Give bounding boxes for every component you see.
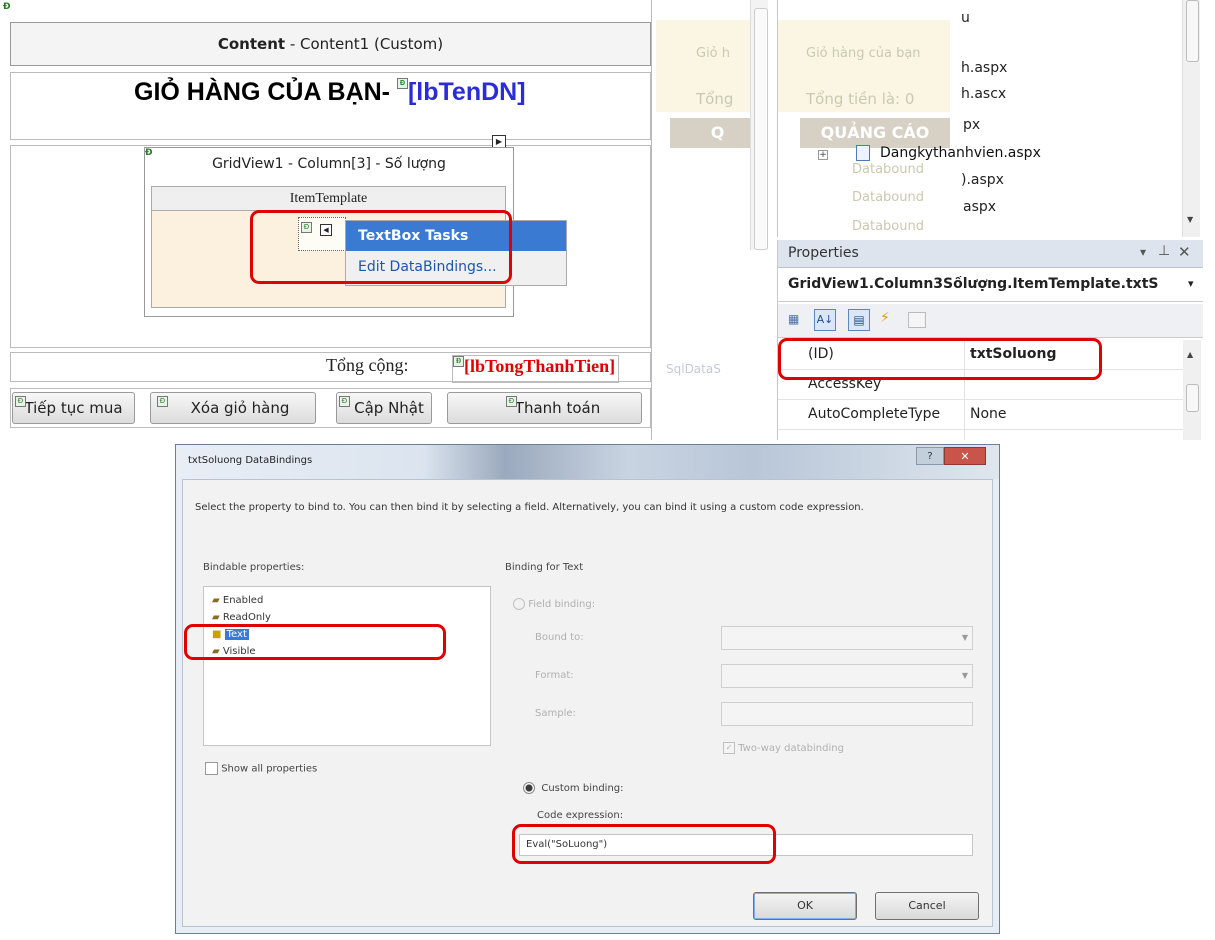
two-way-checkbox[interactable]: ✓ Two-way databinding <box>723 742 844 754</box>
content-header: Content - Content1 (Custom) <box>10 22 651 66</box>
faded-sqldata: SqlDataS <box>666 362 721 376</box>
ok-button[interactable]: OK <box>753 892 857 920</box>
page-heading: GIỎ HÀNG CỦA BẠN- Ð [lbTenDN] <box>134 78 526 107</box>
expand-icon[interactable]: + <box>818 150 828 160</box>
property-icon: ▰ <box>212 595 220 606</box>
dialog-titlebar: txtSoluong DataBindings ? ✕ <box>176 445 999 479</box>
dialog-description: Select the property to bind to. You can … <box>195 502 864 513</box>
solution-item[interactable]: h.aspx <box>961 60 1007 76</box>
background-panel: Giỏ h Tổng Q SqlDataS <box>652 0 777 440</box>
checkout-button[interactable]: Ð Thanh toán <box>447 392 642 424</box>
property-row-autocomplete[interactable]: AutoCompleteType None <box>778 400 1183 430</box>
dropdown-icon[interactable]: ▾ <box>1140 245 1146 259</box>
binding-for-label: Binding for Text <box>505 562 584 573</box>
heading-label-control[interactable]: Ð [lbTenDN] <box>396 78 526 106</box>
field-binding-radio[interactable]: Field binding: <box>513 598 595 610</box>
solution-item[interactable]: ).aspx <box>961 172 1004 188</box>
heading-text: GIỎ HÀNG CỦA BẠN- <box>134 78 391 106</box>
property-pages-icon[interactable] <box>908 312 926 328</box>
property-icon: ▰ <box>212 612 220 623</box>
solution-item[interactable]: h.ascx <box>961 86 1006 102</box>
faded-scrollbar[interactable] <box>750 0 768 250</box>
properties-icon[interactable]: ▤ <box>848 309 870 331</box>
sample-field[interactable] <box>721 702 973 726</box>
highlight-tasks <box>250 210 512 284</box>
content-glyph: Ð <box>3 2 11 12</box>
object-dropdown-icon[interactable]: ▾ <box>1188 277 1194 290</box>
faded-total-label: Tổng <box>696 90 734 108</box>
dialog-title: txtSoluong DataBindings <box>188 455 313 466</box>
format-label: Format: <box>535 670 574 681</box>
bindable-list: ▰ Enabled ▰ ReadOnly ■ Text ▰ Visible <box>203 586 491 746</box>
properties-header: Properties ▾ ⊥ ✕ <box>778 240 1203 268</box>
solution-item[interactable]: aspx <box>963 199 996 215</box>
events-icon[interactable]: ⚡ <box>880 310 890 326</box>
aspx-file-icon <box>856 145 870 161</box>
content-label: - Content1 (Custom) <box>285 35 444 53</box>
faded-cart-label: Giỏ h <box>696 46 731 61</box>
continue-shopping-button[interactable]: Ð Tiếp tục mua <box>12 392 135 424</box>
designer-surface: Ð Content - Content1 (Custom) GIỎ HÀNG C… <box>0 0 652 440</box>
cancel-button[interactable]: Cancel <box>875 892 979 920</box>
object-name: GridView1.Column3Sốlượng.ItemTemplate.tx… <box>788 276 1159 292</box>
properties-title: Properties <box>788 245 859 261</box>
update-button[interactable]: Ð Cập Nhật <box>336 392 432 424</box>
highlight-code-expression <box>512 824 776 864</box>
clear-cart-button[interactable]: Ð Xóa giỏ hàng <box>150 392 316 424</box>
categorized-icon[interactable]: ▦ <box>788 312 799 326</box>
pin-icon[interactable]: ⊥ <box>1158 243 1170 259</box>
properties-scrollbar[interactable]: ▲ <box>1183 340 1201 440</box>
total-value-label[interactable]: Ð [lbTongThanhTien] <box>452 355 620 383</box>
solution-item[interactable]: px <box>963 117 980 133</box>
highlight-text-property <box>184 624 446 660</box>
format-combo[interactable]: ▼ <box>721 664 973 688</box>
close-button[interactable]: ✕ <box>944 447 986 465</box>
bound-to-label: Bound to: <box>535 632 584 643</box>
help-button[interactable]: ? <box>916 447 944 465</box>
highlight-id <box>778 338 1102 380</box>
show-all-checkbox[interactable]: Show all properties <box>205 762 317 775</box>
total-label: Tổng cộng: <box>326 355 409 375</box>
alphabetical-icon[interactable]: A↓ <box>814 309 836 331</box>
solution-item-dangkythanhvien[interactable]: Dangkythanhvien.aspx <box>880 145 1041 161</box>
solution-scrollbar[interactable]: ▼ <box>1182 0 1200 237</box>
properties-object-selector[interactable]: GridView1.Column3Sốlượng.ItemTemplate.tx… <box>778 270 1203 302</box>
custom-binding-radio[interactable]: Custom binding: <box>523 782 624 794</box>
bindable-item-enabled[interactable]: ▰ Enabled <box>212 595 263 606</box>
gridview-title: GridView1 - Column[3] - Số lượng <box>212 156 446 172</box>
content-label-bold: Content <box>217 35 286 53</box>
sample-label: Sample: <box>535 708 576 719</box>
bound-to-combo[interactable]: ▼ <box>721 626 973 650</box>
solution-item[interactable]: u <box>961 10 970 26</box>
solution-explorer: u h.aspx h.ascx px + Dangkythanhvien.asp… <box>777 0 1202 237</box>
bindable-label: Bindable properties: <box>203 562 305 573</box>
bindable-item-readonly[interactable]: ▰ ReadOnly <box>212 612 271 623</box>
properties-toolbar: ▦ A↓ ▤ ⚡ <box>778 304 1203 338</box>
close-icon[interactable]: ✕ <box>1178 243 1191 261</box>
item-template-header: ItemTemplate <box>152 187 505 211</box>
code-expression-label: Code expression: <box>537 810 624 821</box>
